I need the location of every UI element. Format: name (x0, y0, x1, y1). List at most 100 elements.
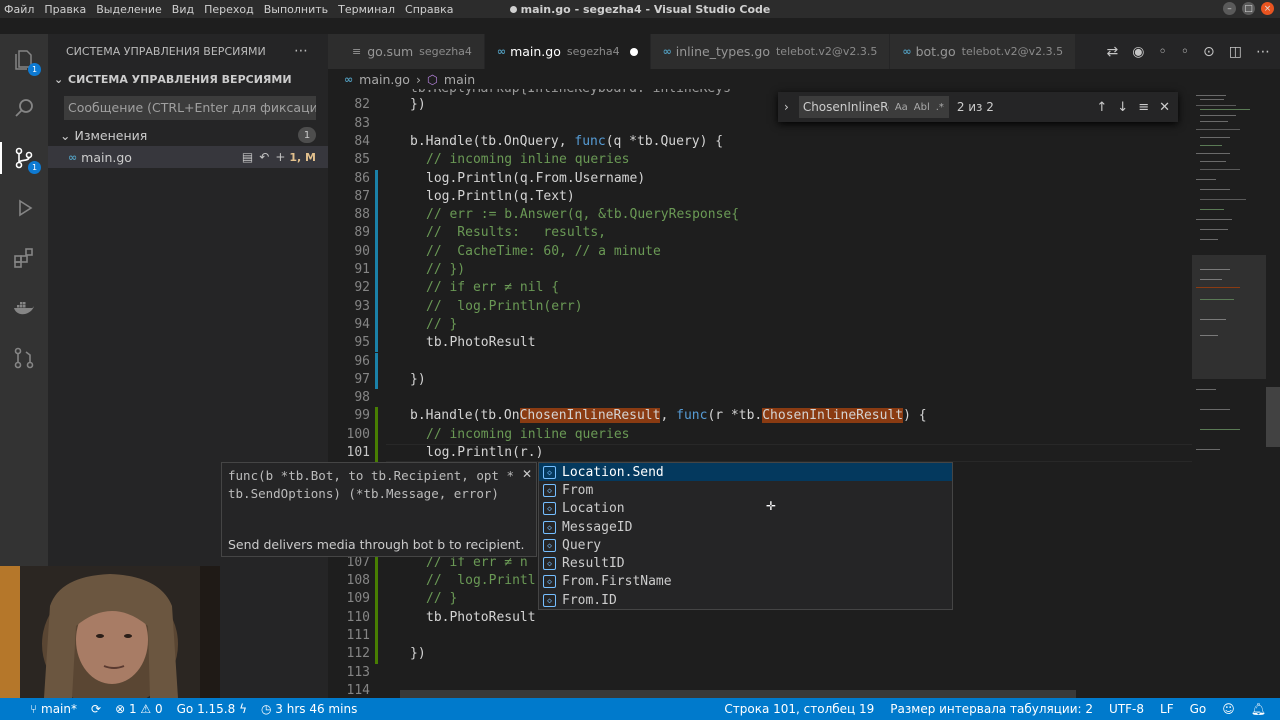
go-file-icon: ∞ (344, 72, 354, 86)
close-icon[interactable]: ✕ (1159, 100, 1170, 115)
suggestion-item[interactable]: ◇ From (539, 481, 952, 499)
go-version-status[interactable]: Go 1.15.8 ϟ (177, 702, 247, 716)
branch-status[interactable]: ⑂ main* (30, 702, 77, 716)
changes-group[interactable]: ⌄ Изменения 1 (48, 124, 328, 146)
open-file-icon[interactable]: ▤ (242, 150, 253, 164)
status-bar: ⑂ main* ⟳ ⊗ 1 ⚠ 0 Go 1.15.8 ϟ ◷ 3 hrs 46… (0, 698, 1280, 720)
breadcrumb-file[interactable]: main.go (359, 72, 410, 87)
split-editor-icon[interactable]: ◫ (1229, 44, 1242, 60)
menu-help[interactable]: Справка (405, 3, 453, 16)
previous-change-icon[interactable]: ◦ (1159, 44, 1167, 60)
indentation-status[interactable]: Размер интервала табуляции: 2 (890, 702, 1093, 716)
cursor-position[interactable]: Строка 101, столбец 19 (724, 702, 874, 716)
find-input[interactable]: ChosenInlineRe Aa Abl .* (798, 96, 949, 118)
arrow-up-icon[interactable]: ↑ (1096, 100, 1107, 115)
error-icon: ⊗ (115, 702, 129, 716)
whole-word-icon[interactable]: Abl (914, 102, 930, 113)
explorer-icon[interactable]: 1 (10, 46, 41, 76)
tab-inline-types-go[interactable]: ∞ inline_types.go telebot.v2@v2.3.5 (650, 34, 891, 69)
wakatime-status[interactable]: ◷ 3 hrs 46 mins (261, 702, 357, 716)
tab-go-sum[interactable]: ≡ go.sum segezha4 (328, 34, 485, 69)
compare-changes-icon[interactable]: ⇄ (1107, 44, 1119, 60)
find-result-count: 2 из 2 (956, 100, 994, 114)
field-icon: ◇ (543, 538, 556, 552)
title-bar: Файл Правка Выделение Вид Переход Выполн… (0, 0, 1280, 18)
menu-run[interactable]: Выполнить (264, 3, 328, 16)
suggestion-item[interactable]: ◇ MessageID (539, 518, 952, 536)
unsaved-dot-icon[interactable] (629, 47, 638, 56)
run-debug-icon[interactable] (10, 194, 38, 222)
tab-bot-go[interactable]: ∞ bot.go telebot.v2@v2.3.5 (890, 34, 1077, 69)
suggestion-item[interactable]: ◇ From.FirstName (539, 573, 952, 591)
suggestion-item[interactable]: ◇ From.ID (539, 591, 952, 609)
changes-label: Изменения (74, 127, 148, 143)
close-window-icon[interactable]: × (1261, 2, 1274, 15)
extensions-icon[interactable] (10, 244, 38, 272)
scrollbar-thumb[interactable] (1266, 387, 1280, 447)
go-file-icon: ∞ (902, 45, 912, 58)
close-icon[interactable]: ✕ (522, 467, 532, 481)
go-file-icon: ∞ (68, 150, 78, 164)
file-status-badge: 1, M (289, 150, 316, 164)
search-icon[interactable] (10, 94, 38, 122)
notifications-icon[interactable]: 🔔︎ (1251, 702, 1266, 716)
commit-message-input[interactable]: Сообщение (CTRL+Enter для фиксации ... (64, 96, 316, 120)
documentation-text: Send delivers media through bot b to rec… (228, 537, 525, 552)
warning-icon: ⚠ (140, 702, 155, 716)
stage-changes-icon[interactable]: + (275, 150, 285, 164)
autocomplete-list: ◇ Location.Send ◇ From ◇ Location ◇ MessageI… (538, 462, 953, 610)
changed-file-name: main.go (81, 149, 132, 165)
chevron-down-icon: ⌄ (54, 72, 64, 86)
minimize-icon[interactable]: – (1223, 2, 1236, 15)
breadcrumb-symbol[interactable]: main (444, 72, 475, 87)
cube-icon: ⬡ (426, 71, 438, 87)
more-actions-icon[interactable]: ⋯ (294, 43, 308, 59)
problems-status[interactable]: ⊗ 1 ⚠ 0 (115, 702, 163, 716)
language-status[interactable]: Go (1190, 702, 1207, 716)
minimap[interactable] (1192, 89, 1266, 698)
suggestion-item[interactable]: ◇ Location.Send (539, 463, 952, 482)
breadcrumb: ∞ main.go › ⬡ main (328, 69, 1192, 89)
chevron-right-icon[interactable]: › (784, 100, 789, 114)
menu-view[interactable]: Вид (172, 3, 194, 16)
match-case-icon[interactable]: Aa (895, 102, 908, 113)
go-to-change-icon[interactable]: ◉ (1132, 44, 1144, 60)
scm-badge: 1 (28, 161, 41, 174)
arrow-down-icon[interactable]: ↓ (1117, 100, 1128, 115)
sync-icon[interactable]: ⟳ (91, 702, 101, 716)
find-in-selection-icon[interactable]: ≡ (1138, 100, 1149, 115)
field-icon: ◇ (543, 520, 556, 534)
webcam-overlay (0, 566, 220, 698)
eol-status[interactable]: LF (1160, 702, 1174, 716)
menu-go[interactable]: Переход (204, 3, 254, 16)
vertical-scrollbar[interactable] (1266, 89, 1280, 698)
minimap-viewport[interactable] (1192, 255, 1266, 379)
more-actions-icon[interactable]: ⋯ (1256, 44, 1270, 60)
pull-request-icon[interactable] (10, 344, 38, 372)
menu-selection[interactable]: Выделение (96, 3, 162, 16)
maximize-icon[interactable]: □ (1242, 2, 1255, 15)
suggestion-item[interactable]: ◇ ResultID (539, 554, 952, 572)
docker-icon[interactable] (10, 294, 38, 322)
run-icon[interactable]: ⊙ (1203, 44, 1215, 60)
explorer-badge: 1 (28, 63, 41, 76)
tab-main-go[interactable]: ∞ main.go segezha4 (484, 34, 651, 69)
menu-edit[interactable]: Правка (44, 3, 86, 16)
suggestion-item[interactable]: ◇ Query (539, 536, 952, 554)
source-control-icon[interactable]: 1 (0, 142, 41, 174)
regex-icon[interactable]: .* (936, 102, 944, 113)
menu-file[interactable]: Файл (4, 3, 34, 16)
suggestion-details: func(b *tb.Bot, to tb.Recipient, opt *tb… (221, 462, 537, 557)
lightning-icon: ϟ (239, 702, 247, 716)
next-change-icon[interactable]: ◦ (1181, 44, 1189, 60)
menu-terminal[interactable]: Терминал (338, 3, 395, 16)
discard-changes-icon[interactable]: ↶ (259, 150, 269, 164)
suggestion-item[interactable]: ◇ Location (539, 500, 952, 518)
chevron-right-icon: › (415, 71, 421, 87)
feedback-icon[interactable]: ☺ (1222, 702, 1235, 716)
changed-file-main-go[interactable]: ∞ main.go ▤ ↶ + 1, M (48, 146, 328, 168)
encoding-status[interactable]: UTF-8 (1109, 702, 1144, 716)
horizontal-scrollbar[interactable] (400, 690, 1076, 698)
scm-section-header[interactable]: ⌄ СИСТЕМА УПРАВЛЕНИЯ ВЕРСИЯМИ (48, 68, 328, 90)
go-file-icon: ∞ (662, 45, 672, 58)
